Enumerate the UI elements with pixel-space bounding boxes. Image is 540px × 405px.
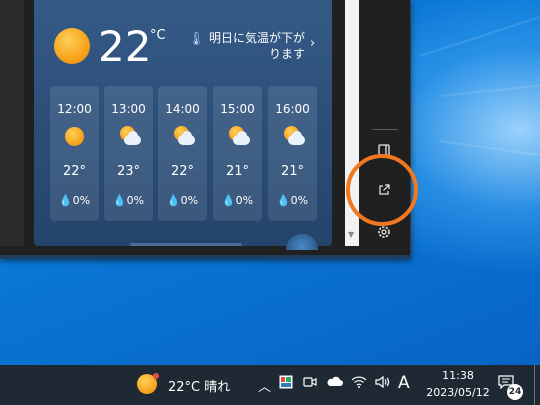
hour-time: 16:00 bbox=[275, 102, 310, 116]
light-beam bbox=[439, 140, 540, 162]
chevron-right-icon[interactable]: › bbox=[310, 36, 315, 51]
hour-temperature: 21° bbox=[280, 164, 305, 179]
show-desktop-button[interactable] bbox=[534, 365, 535, 405]
volume-icon[interactable] bbox=[374, 375, 390, 393]
sunny-icon bbox=[65, 127, 84, 146]
settings-icon[interactable] bbox=[376, 224, 392, 244]
precipitation-value: 0% bbox=[72, 194, 91, 207]
hour-temperature: 23° bbox=[116, 164, 141, 179]
raindrop-icon: 💧 bbox=[221, 194, 236, 207]
hourly-forecast-card[interactable]: 12:00 22° 💧0% bbox=[50, 86, 99, 221]
precipitation: 💧0% bbox=[104, 194, 153, 207]
highlight-annotation-circle bbox=[346, 154, 418, 226]
clock-time[interactable]: 11:38 bbox=[428, 369, 488, 382]
widgets-panel: 22 °C 🌡 明日に気温が下がります › 12:00 22° 💧0% 13:0… bbox=[0, 0, 418, 259]
notification-dot bbox=[153, 373, 159, 379]
ime-mode-indicator[interactable]: A bbox=[398, 373, 410, 393]
precipitation-value: 0% bbox=[126, 194, 145, 207]
precipitation-value: 0% bbox=[235, 194, 254, 207]
weather-alert-text[interactable]: 明日に気温が下がります bbox=[205, 30, 305, 62]
raindrop-icon: 💧 bbox=[112, 194, 127, 207]
card-divider bbox=[130, 243, 242, 246]
precipitation: 💧0% bbox=[268, 194, 317, 207]
light-beam bbox=[420, 5, 540, 57]
panel-left-strip bbox=[0, 0, 24, 246]
wifi-icon[interactable] bbox=[351, 375, 367, 393]
hour-time: 15:00 bbox=[220, 102, 255, 116]
hour-temperature: 21° bbox=[225, 164, 250, 179]
hour-time: 12:00 bbox=[57, 102, 92, 116]
hour-temperature: 22° bbox=[170, 164, 195, 179]
raindrop-icon: 💧 bbox=[276, 194, 291, 207]
onedrive-cloud-icon[interactable] bbox=[326, 375, 344, 393]
clock-date[interactable]: 2023/05/12 bbox=[420, 386, 496, 399]
current-temperature: 22 bbox=[98, 22, 152, 71]
precipitation: 💧0% bbox=[158, 194, 207, 207]
hourly-forecast-card[interactable]: 14:00 22° 💧0% bbox=[158, 86, 207, 221]
app-tray-icon[interactable] bbox=[279, 375, 293, 393]
hour-time: 14:00 bbox=[165, 102, 200, 116]
hourly-forecast-card[interactable]: 13:00 23° 💧0% bbox=[104, 86, 153, 221]
scroll-down-arrow-icon[interactable]: ▼ bbox=[348, 230, 354, 239]
notification-count-badge: 24 bbox=[507, 384, 523, 400]
raindrop-icon: 💧 bbox=[58, 194, 73, 207]
precipitation: 💧0% bbox=[213, 194, 262, 207]
sidebar-divider bbox=[372, 129, 398, 130]
precipitation-value: 0% bbox=[290, 194, 309, 207]
meet-now-icon[interactable] bbox=[302, 375, 318, 393]
taskbar-weather-text[interactable]: 22°C 晴れ bbox=[168, 376, 230, 395]
temperature-unit: °C bbox=[150, 28, 166, 43]
partly-cloudy-icon bbox=[172, 126, 195, 148]
hour-time: 13:00 bbox=[111, 102, 146, 116]
precipitation: 💧0% bbox=[50, 194, 99, 207]
partly-cloudy-icon bbox=[227, 126, 250, 148]
taskbar: 22°C 晴れ ︿ A 11:38 2023/05/12 24 bbox=[0, 365, 540, 405]
hourly-forecast-card[interactable]: 16:00 21° 💧0% bbox=[268, 86, 317, 221]
thermometer-icon: 🌡 bbox=[188, 32, 205, 47]
partly-cloudy-icon bbox=[118, 126, 141, 148]
show-hidden-icons-chevron-icon[interactable]: ︿ bbox=[258, 376, 271, 395]
hourly-forecast-card[interactable]: 15:00 21° 💧0% bbox=[213, 86, 262, 221]
hour-temperature: 22° bbox=[62, 164, 87, 179]
sunny-icon bbox=[54, 28, 90, 64]
light-beam bbox=[440, 80, 540, 97]
raindrop-icon: 💧 bbox=[166, 194, 181, 207]
partly-cloudy-icon bbox=[282, 126, 305, 148]
precipitation-value: 0% bbox=[180, 194, 199, 207]
